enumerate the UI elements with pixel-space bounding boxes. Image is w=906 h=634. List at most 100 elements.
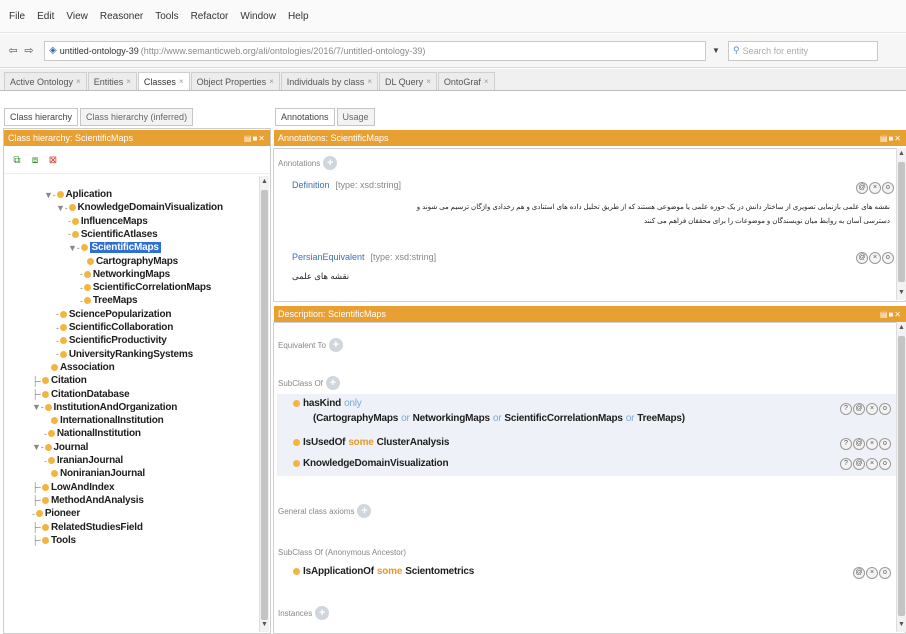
tree-item-nationalinstitution[interactable]: - NationalInstitution <box>44 427 141 440</box>
annotate-icon[interactable]: @ <box>856 182 868 194</box>
ontology-iri-field[interactable]: ◈ untitled-ontology-39 (http://www.seman… <box>44 40 706 61</box>
edit-icon[interactable]: o <box>879 567 891 579</box>
edit-icon[interactable]: o <box>882 252 894 264</box>
add-instance-icon[interactable]: + <box>315 606 330 620</box>
menu-refactor[interactable]: Refactor <box>190 9 230 24</box>
tree-item-journal[interactable]: ▼- Journal <box>32 441 88 454</box>
tree-item-citationdatabase[interactable]: ├- CitationDatabase <box>32 388 130 401</box>
tree-item-scientificproductivity[interactable]: - ScientificProductivity <box>56 334 167 347</box>
annotate-icon[interactable]: @ <box>856 252 868 264</box>
explain-icon[interactable]: ? <box>840 438 852 450</box>
back-arrow-icon[interactable]: ⇦ <box>6 44 20 58</box>
tree-item-scientificatlases[interactable]: - ScientificAtlases <box>68 228 158 241</box>
tree-item-networkingmaps[interactable]: - NetworkingMaps <box>80 268 170 281</box>
persian-equivalent-annotation[interactable]: PersianEquivalent [type: xsd:string] <box>292 252 436 262</box>
tree-item-tools[interactable]: ├- Tools <box>32 534 76 547</box>
tree-item-citation[interactable]: ├- Citation <box>32 374 87 387</box>
class-tree-scrollbar[interactable]: ▲ ▼ <box>259 176 269 632</box>
add-equivalent-icon[interactable]: + <box>328 338 343 352</box>
forward-arrow-icon[interactable]: ⇨ <box>22 44 36 58</box>
axiom-haskind[interactable]: hasKind only <box>293 398 365 409</box>
tree-item-universityrankingsystems[interactable]: - UniversityRankingSystems <box>56 348 193 361</box>
tree-item-treemaps[interactable]: - TreeMaps <box>80 294 138 307</box>
tree-item-scientificcorrelationmaps[interactable]: - ScientificCorrelationMaps <box>80 281 211 294</box>
add-sibling-icon[interactable]: ⧈ <box>28 154 42 168</box>
close-icon[interactable]: × <box>484 77 489 86</box>
scrollbar-thumb[interactable] <box>898 162 905 282</box>
annotate-icon[interactable]: @ <box>853 567 865 579</box>
annotate-icon[interactable]: @ <box>853 438 865 450</box>
tree-item-relatedstudiesfield[interactable]: ├- RelatedStudiesField <box>32 521 143 534</box>
scroll-up-icon[interactable]: ▲ <box>260 178 269 187</box>
tree-item-sciencepopularization[interactable]: - SciencePopularization <box>56 308 172 321</box>
tab-dl-query[interactable]: DL Query × <box>379 72 437 90</box>
tree-item-scientificmaps[interactable]: ▼- ScientificMaps <box>68 241 161 254</box>
add-subclass-icon[interactable]: ⧉ <box>10 154 24 168</box>
tab-ontograf[interactable]: OntoGraf × <box>437 72 495 90</box>
close-icon[interactable]: × <box>367 77 372 86</box>
tree-item-lowandindex[interactable]: ├- LowAndIndex <box>32 481 115 494</box>
tree-item-institutionandorganization[interactable]: ▼- InstitutionAndOrganization <box>32 401 177 414</box>
tree-item-internationalinstitution[interactable]: InternationalInstitution <box>50 414 164 427</box>
expand-toggle-icon[interactable]: ▼- <box>32 442 44 452</box>
tab-usage[interactable]: Usage <box>336 108 375 126</box>
tree-item-pioneer[interactable]: - Pioneer <box>32 507 80 520</box>
scrollbar-thumb[interactable] <box>261 190 268 620</box>
expand-toggle-icon[interactable]: ▼- <box>32 402 44 412</box>
close-icon[interactable]: × <box>126 77 131 86</box>
close-icon[interactable]: × <box>179 77 184 86</box>
close-icon[interactable]: × <box>269 77 274 86</box>
edit-icon[interactable]: o <box>879 438 891 450</box>
axiom-knowledge-domain[interactable]: KnowledgeDomainVisualization <box>293 458 449 469</box>
tree-item-influencemaps[interactable]: - InfluenceMaps <box>68 215 148 228</box>
tree-item-scientificcollaboration[interactable]: - ScientificCollaboration <box>56 321 173 334</box>
delete-icon[interactable]: × <box>866 458 878 470</box>
tab-class-hierarchy[interactable]: Class hierarchy <box>4 108 79 126</box>
delete-icon[interactable]: × <box>869 182 881 194</box>
tree-item-aplication[interactable]: ▼- Aplication <box>44 188 112 201</box>
close-icon[interactable]: × <box>426 77 431 86</box>
view-controls-icon[interactable]: ▤■✕ <box>880 310 902 319</box>
entity-search-input[interactable]: ⚲ Search for entity <box>728 40 878 61</box>
tab-classes[interactable]: Classes × <box>137 72 190 90</box>
tree-item-cartographymaps[interactable]: CartographyMaps <box>86 255 178 268</box>
menu-file[interactable]: File <box>8 9 26 24</box>
tree-item-knowledgedomainvisualization[interactable]: ▼- KnowledgeDomainVisualization <box>56 201 223 214</box>
menu-help[interactable]: Help <box>287 9 310 24</box>
scroll-down-icon[interactable]: ▼ <box>260 621 269 630</box>
delete-icon[interactable]: × <box>866 403 878 415</box>
delete-icon[interactable]: × <box>869 252 881 264</box>
menu-reasoner[interactable]: Reasoner <box>99 9 144 24</box>
add-annotation-icon[interactable]: + <box>323 156 338 170</box>
menu-window[interactable]: Window <box>239 9 277 24</box>
tab-individuals-by-class[interactable]: Individuals by class × <box>280 72 378 90</box>
edit-icon[interactable]: o <box>882 182 894 194</box>
scrollbar-thumb[interactable] <box>898 336 905 616</box>
view-controls-icon[interactable]: ▤■✕ <box>880 134 902 143</box>
description-scrollbar[interactable]: ▲ ▼ <box>896 322 906 632</box>
ontology-dropdown-icon[interactable]: ▼ <box>712 46 722 55</box>
scroll-up-icon[interactable]: ▲ <box>897 324 906 333</box>
tree-item-noniranianjournal[interactable]: NoniranianJournal <box>50 467 145 480</box>
add-superclass-icon[interactable]: + <box>325 376 340 390</box>
menu-tools[interactable]: Tools <box>154 9 179 24</box>
view-controls-icon[interactable]: ▤■✕ <box>244 134 266 143</box>
scroll-down-icon[interactable]: ▼ <box>897 621 906 630</box>
definition-annotation[interactable]: Definition [type: xsd:string] <box>292 180 401 190</box>
axiom-isusedof[interactable]: IsUsedOf some ClusterAnalysis <box>293 437 449 448</box>
tab-active-ontology[interactable]: Active Ontology × <box>4 72 87 90</box>
edit-icon[interactable]: o <box>879 403 891 415</box>
tree-item-methodandanalysis[interactable]: ├- MethodAndAnalysis <box>32 494 144 507</box>
delete-icon[interactable]: × <box>866 567 878 579</box>
tree-item-iranianjournal[interactable]: - IranianJournal <box>44 454 123 467</box>
edit-icon[interactable]: o <box>879 458 891 470</box>
scroll-down-icon[interactable]: ▼ <box>897 289 906 298</box>
annotations-scrollbar[interactable]: ▲ ▼ <box>896 148 906 300</box>
tab-annotations[interactable]: Annotations <box>275 108 335 126</box>
expand-toggle-icon[interactable]: ▼- <box>68 243 80 253</box>
menu-view[interactable]: View <box>65 9 89 24</box>
expand-toggle-icon[interactable]: ▼- <box>44 190 56 200</box>
axiom-isapplicationof[interactable]: IsApplicationOf some Scientometrics <box>293 566 474 577</box>
tab-entities[interactable]: Entities × <box>87 72 137 90</box>
delete-class-icon[interactable]: ⊠ <box>46 154 60 168</box>
